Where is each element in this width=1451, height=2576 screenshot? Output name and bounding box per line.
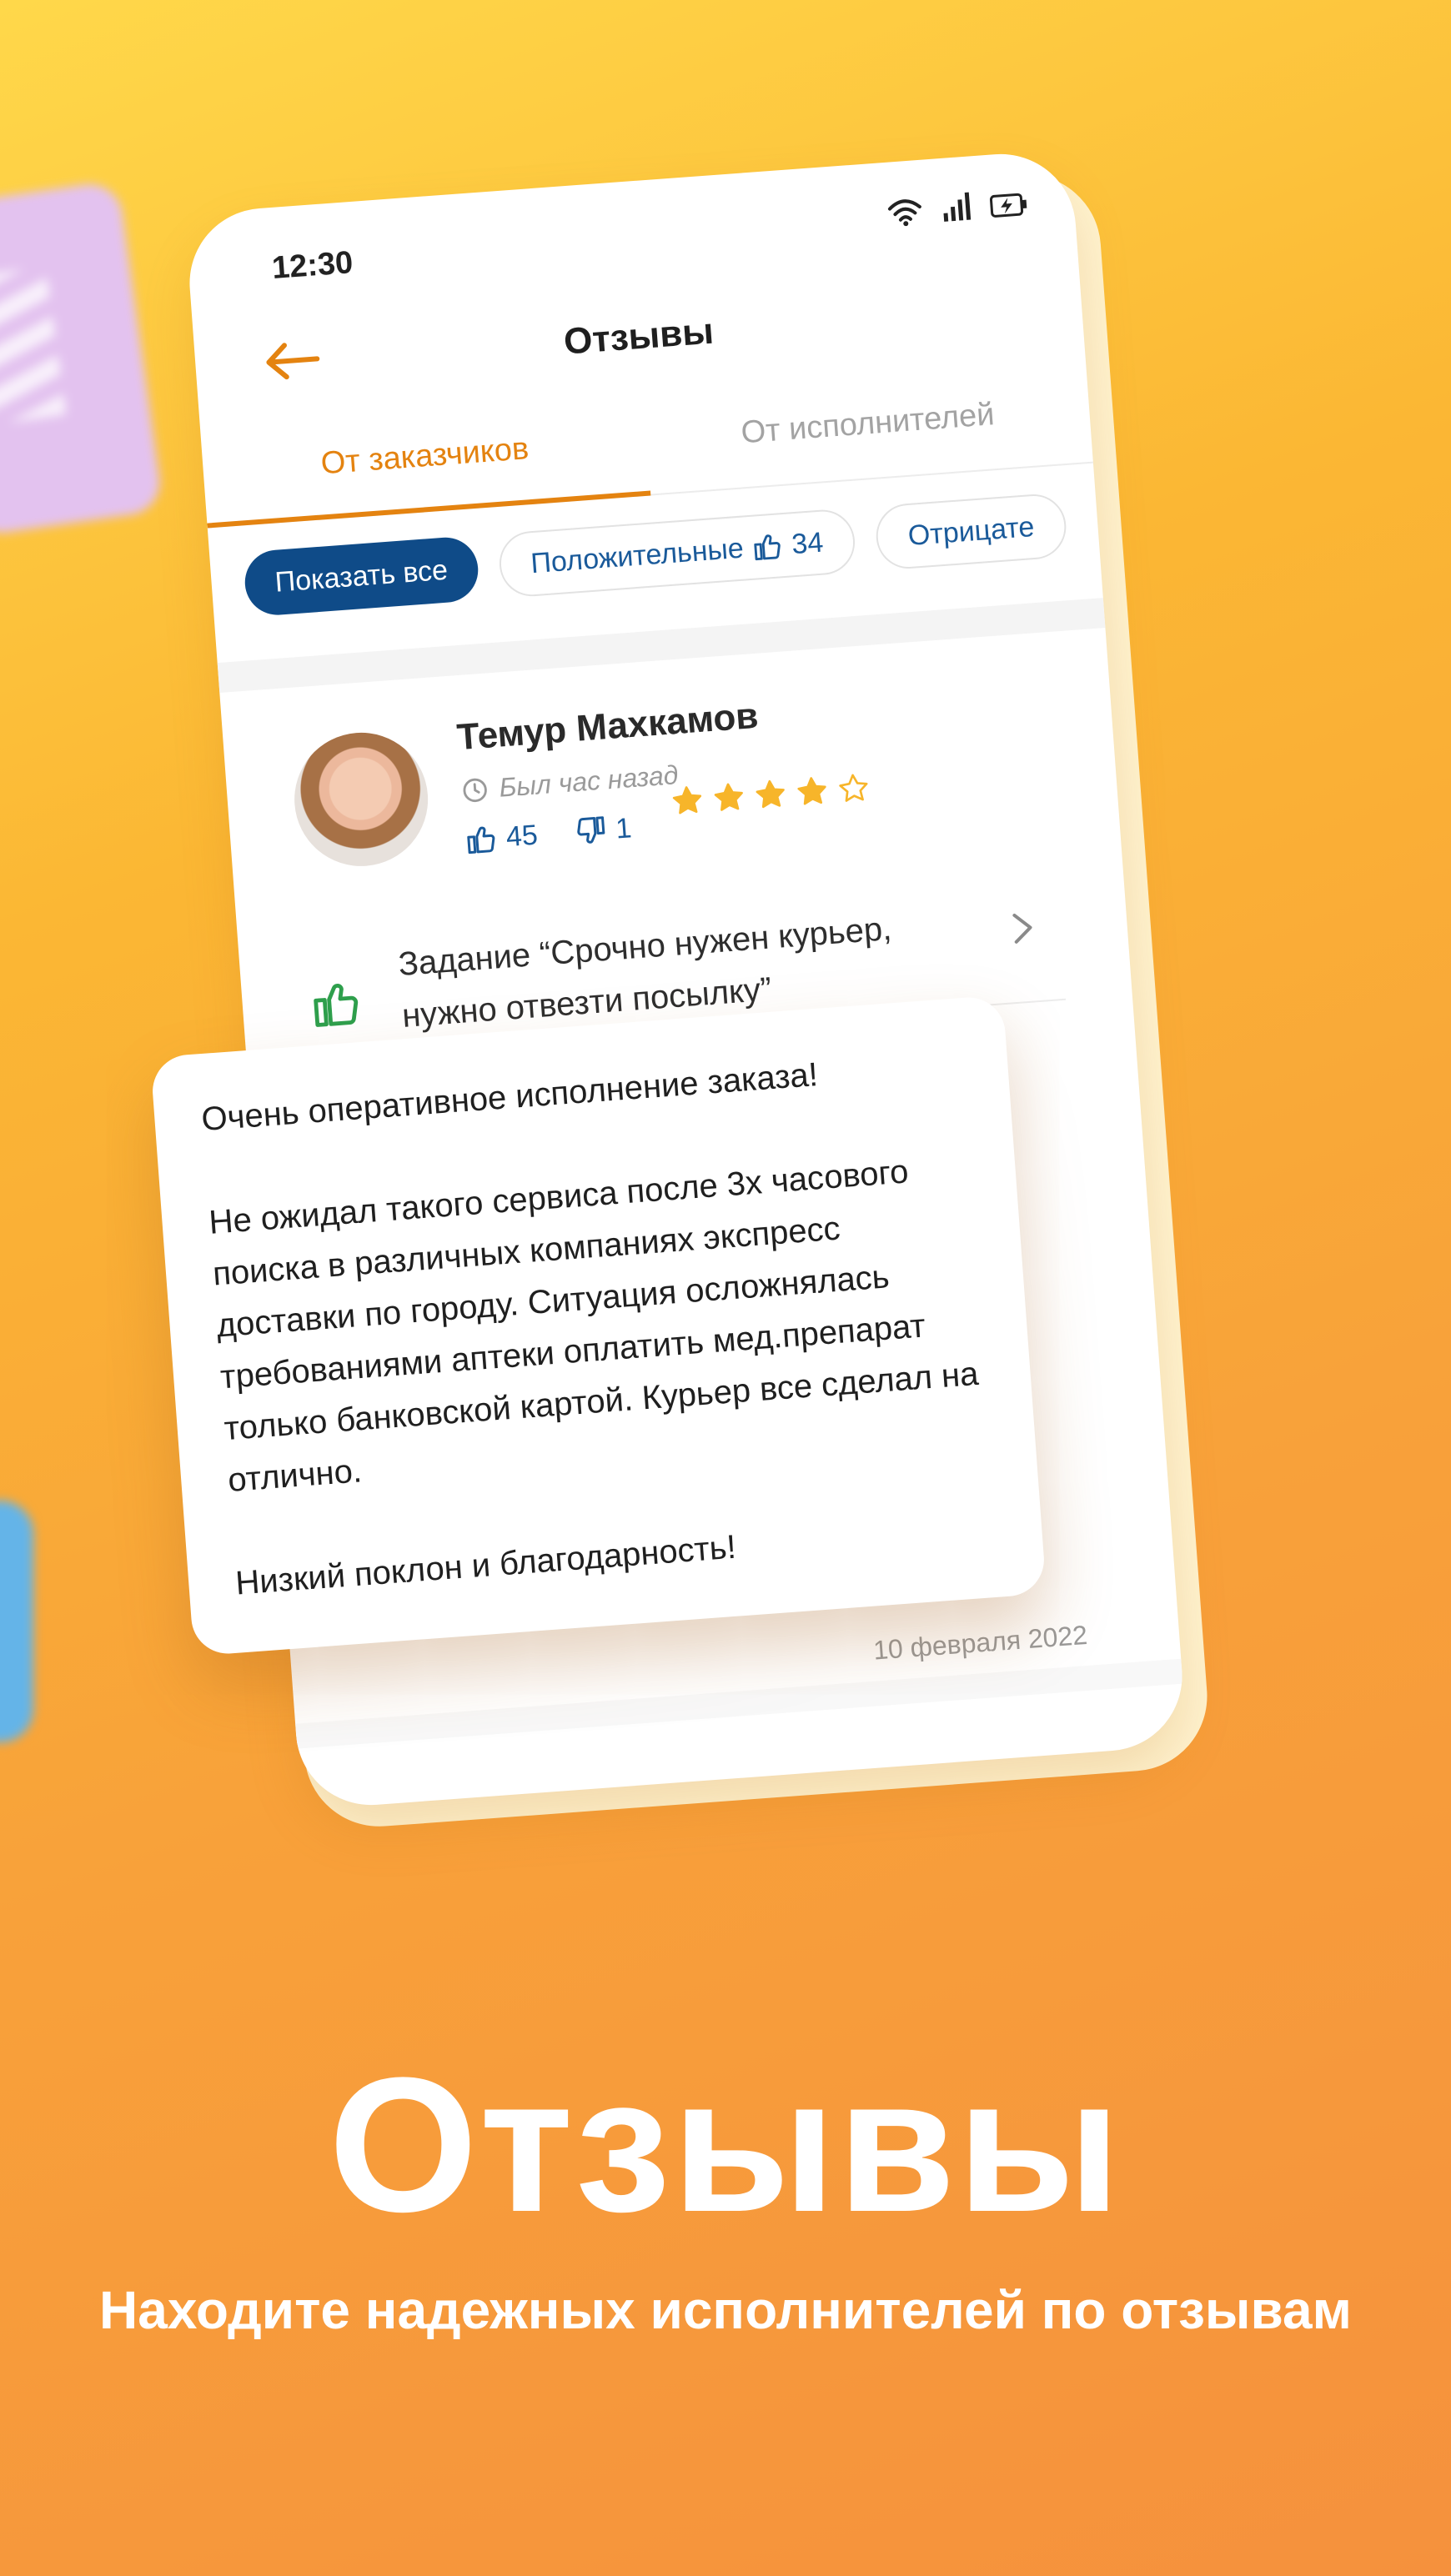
promo-subline: Находите надежных исполнителей по отзыва… [99, 2280, 1352, 2340]
filter-positive-label: Положительные [530, 532, 745, 579]
star-filled-icon [714, 783, 743, 811]
star-filled-icon [756, 779, 785, 809]
tab-from-customers[interactable]: От заказчиков [202, 423, 647, 491]
star-filled-icon [797, 777, 826, 805]
last-seen-text: Был час назад [498, 759, 680, 803]
signal-icon [943, 192, 972, 222]
filter-show-all-label: Показать все [274, 554, 449, 599]
filter-negative-button[interactable]: Отрицате [874, 492, 1068, 571]
phone-mockup: 12:30 Отзывы От заказчиков От исполнител… [0, 0, 1451, 1834]
filter-positive-button[interactable]: Положительные 34 [496, 507, 857, 599]
card-bottom-separator [295, 1658, 1183, 1749]
rating-stars [670, 770, 871, 818]
dislikes-value: 1 [614, 811, 633, 845]
promo-headline: Отзывы [328, 2037, 1123, 2252]
review-text: Очень оперативное исполнение заказа! Не … [200, 1055, 980, 1602]
chevron-right-icon [1012, 913, 1032, 944]
clock-icon [463, 778, 487, 802]
wifi-icon [887, 199, 921, 227]
filter-positive-count: 34 [791, 526, 825, 560]
review-text-bubble: Очень оперативное исполнение заказа! Не … [150, 995, 1047, 1656]
likes-value: 45 [505, 819, 540, 853]
last-seen: Был час назад [459, 759, 680, 806]
battery-charging-icon [989, 193, 1027, 218]
star-filled-icon [672, 786, 702, 814]
active-tab-indicator [207, 490, 650, 529]
reviewer-name[interactable]: Темур Махкамов [455, 695, 760, 759]
dislikes-count: 1 [573, 811, 633, 849]
star-empty-icon [839, 774, 868, 802]
status-time: 12:30 [270, 244, 354, 287]
likes-count: 45 [464, 819, 540, 857]
avatar [289, 728, 433, 871]
filter-show-all-button[interactable]: Показать все [243, 535, 480, 618]
tab-from-performers[interactable]: От исполнителей [645, 390, 1090, 459]
filter-negative-label: Отрицате [906, 510, 1036, 552]
positive-thumbs-up-icon [314, 983, 359, 1027]
thumbs-up-icon [467, 826, 495, 854]
thumbs-up-icon [754, 534, 781, 561]
thumbs-down-icon [577, 816, 605, 844]
review-date: 10 февраля 2022 [871, 1619, 1089, 1666]
reaction-counts: 45 1 [464, 811, 633, 857]
